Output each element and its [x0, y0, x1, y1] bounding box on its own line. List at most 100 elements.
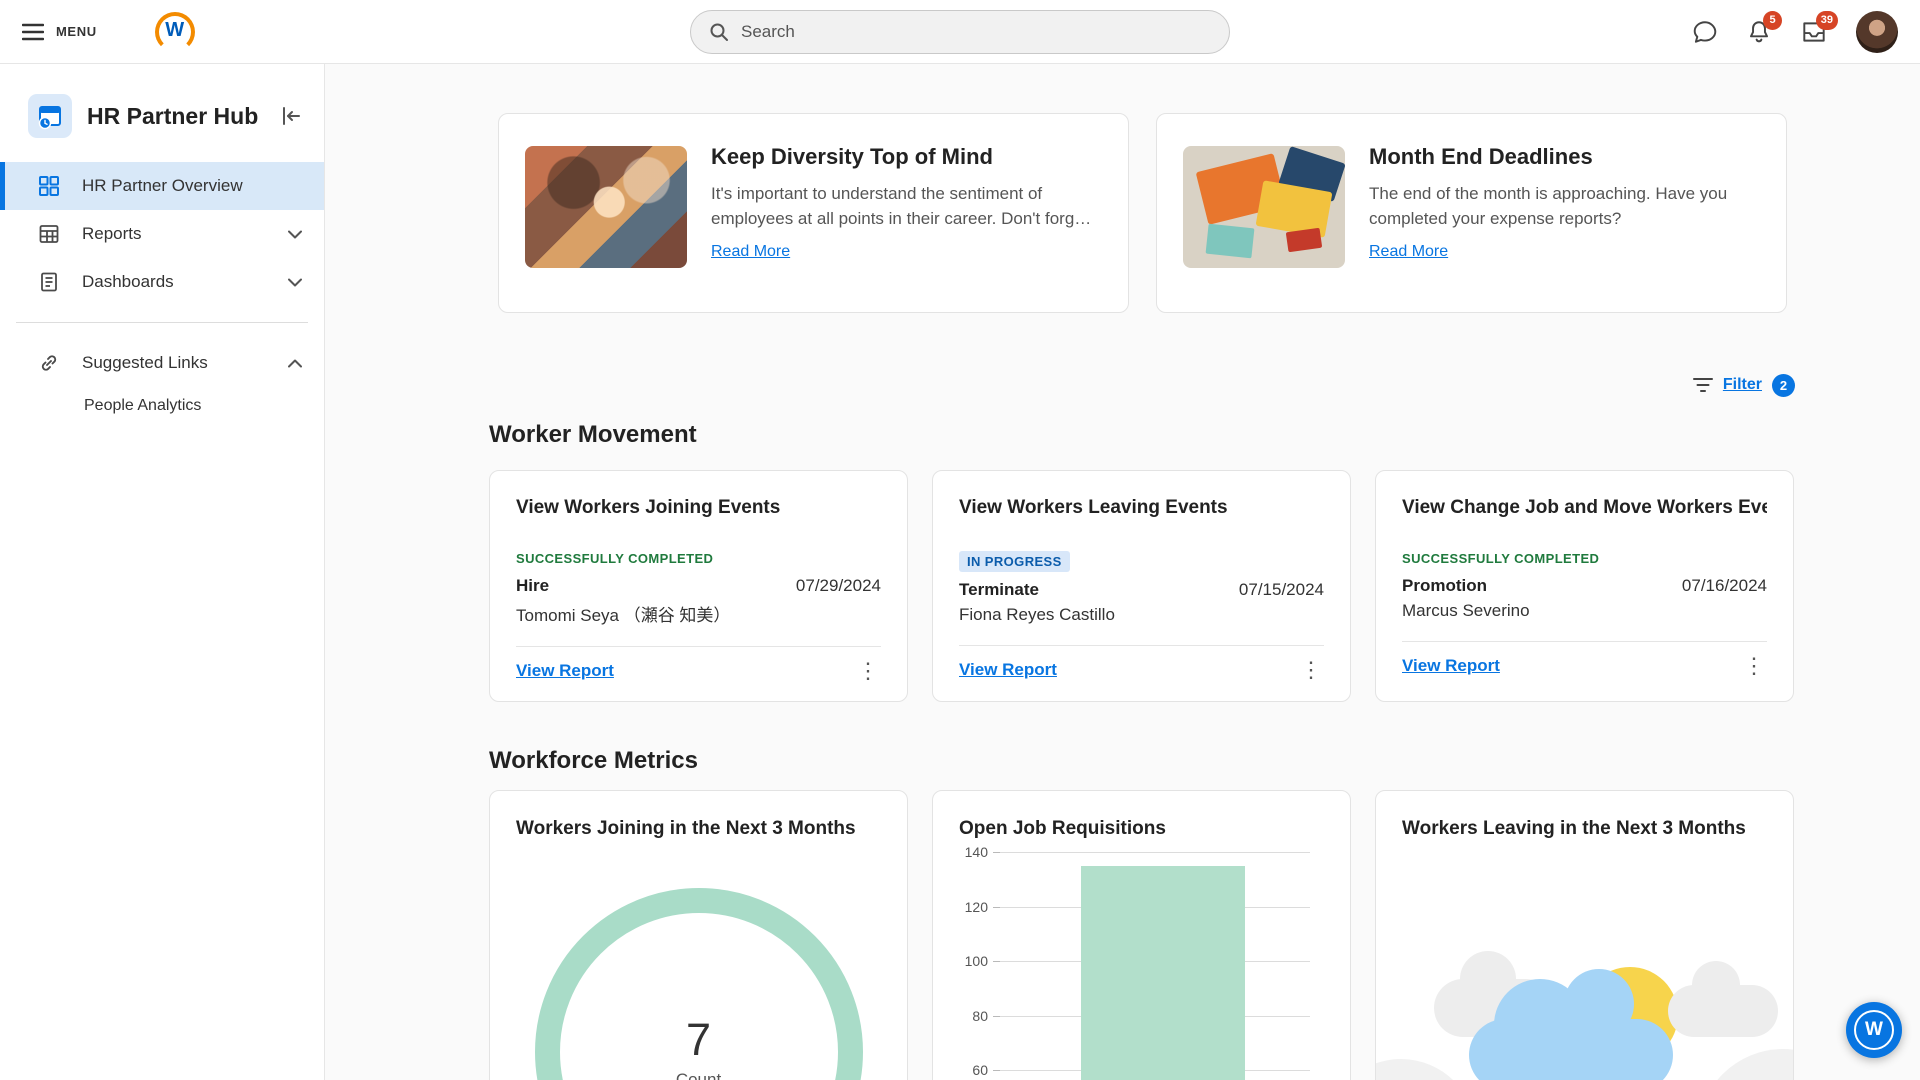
hr-partner-hub-app-icon: [28, 94, 72, 138]
kebab-menu-icon[interactable]: [855, 661, 881, 681]
grid-icon: [38, 175, 60, 197]
workday-assistant-logo: W: [1854, 1010, 1894, 1050]
event-person: Tomomi Seya （瀬谷 知美）: [516, 601, 881, 626]
status-badge: IN PROGRESS: [959, 551, 1070, 572]
bar: [1081, 866, 1245, 1080]
sidebar-item-label: Reports: [82, 224, 142, 244]
sidebar: HR Partner Hub HR Partner Overview Repor…: [0, 64, 325, 1080]
card-footer: View Report: [1402, 656, 1767, 676]
global-search: [690, 10, 1230, 54]
document-icon: [38, 271, 60, 293]
chevron-down-icon: [288, 278, 302, 287]
worker-movement-cards: View Workers Joining Events SUCCESSFULLY…: [489, 470, 1920, 702]
donut-ring: 7 Count: [535, 888, 863, 1080]
inbox-button[interactable]: 39: [1800, 19, 1828, 45]
sidebar-item-label: Suggested Links: [82, 353, 208, 373]
donut-chart: 7 Count: [516, 841, 881, 1080]
chat-button[interactable]: [1692, 19, 1718, 45]
card-title: View Change Job and Move Workers Events: [1402, 497, 1767, 519]
workforce-metrics-cards: Workers Joining in the Next 3 Months 7 C…: [489, 790, 1920, 1080]
chevron-down-icon: [288, 230, 302, 239]
sidebar-subitem-label: People Analytics: [84, 397, 201, 414]
announcement-card: Keep Diversity Top of Mind It's importan…: [498, 113, 1129, 313]
card-title: View Workers Joining Events: [516, 497, 881, 519]
main-content: Keep Diversity Top of Mind It's importan…: [325, 64, 1920, 1080]
view-report-link[interactable]: View Report: [1402, 656, 1500, 676]
sidebar-nav: HR Partner Overview Reports Dashboards S…: [0, 162, 324, 425]
y-axis-tick-label: 140: [965, 844, 988, 860]
sidebar-item-label: HR Partner Overview: [82, 176, 243, 196]
profile-avatar[interactable]: [1856, 11, 1898, 53]
view-report-link[interactable]: View Report: [959, 660, 1057, 680]
search-input[interactable]: [741, 22, 1211, 42]
announcement-image-deadlines: [1183, 146, 1345, 268]
sidebar-header: HR Partner Hub: [0, 64, 324, 162]
sidebar-item-suggested-links[interactable]: Suggested Links: [0, 339, 324, 387]
worker-movement-heading: Worker Movement: [489, 420, 1920, 450]
table-icon: [38, 223, 60, 245]
filter-link[interactable]: Filter: [1723, 376, 1762, 394]
card-workers-joining-next-3-months: Workers Joining in the Next 3 Months 7 C…: [489, 790, 908, 1080]
sidebar-item-people-analytics[interactable]: People Analytics: [0, 387, 324, 425]
announcement-image-diversity: [525, 146, 687, 268]
workday-assistant-button[interactable]: W: [1846, 1002, 1902, 1058]
search-icon: [709, 22, 729, 42]
card-open-job-requisitions: Open Job Requisitions 1401201008060: [932, 790, 1351, 1080]
event-type: Hire: [516, 576, 549, 596]
event-type: Promotion: [1402, 576, 1487, 596]
hamburger-icon: [22, 23, 44, 41]
chat-icon: [1692, 19, 1718, 45]
card-workers-joining-events: View Workers Joining Events SUCCESSFULLY…: [489, 470, 908, 702]
announcement-body: It's important to understand the sentime…: [711, 182, 1102, 231]
event-date: 07/29/2024: [796, 576, 881, 596]
card-title: Workers Joining in the Next 3 Months: [516, 817, 881, 841]
sidebar-item-label: Dashboards: [82, 272, 174, 292]
notifications-button[interactable]: 5: [1746, 19, 1772, 45]
app-title: HR Partner Hub: [87, 103, 280, 130]
event-type: Terminate: [959, 580, 1039, 600]
sidebar-item-hr-partner-overview[interactable]: HR Partner Overview: [0, 162, 324, 210]
bar-chart-gridline: 140: [1000, 852, 1310, 853]
global-menu-button[interactable]: MENU: [22, 23, 97, 41]
chevron-up-icon: [288, 359, 302, 368]
event-date: 07/15/2024: [1239, 580, 1324, 600]
inbox-badge: 39: [1816, 11, 1838, 30]
event-row: Terminate 07/15/2024: [959, 580, 1324, 600]
sidebar-item-dashboards[interactable]: Dashboards: [0, 258, 324, 306]
y-axis-tick-label: 80: [972, 1008, 988, 1024]
clouds-and-sun-illustration: [1376, 791, 1793, 1080]
y-axis-tick-label: 100: [965, 953, 988, 969]
kebab-menu-icon[interactable]: [1298, 660, 1324, 680]
announcement-text-column: Month End Deadlines The end of the month…: [1369, 140, 1760, 286]
link-icon: [38, 352, 60, 374]
kebab-menu-icon[interactable]: [1741, 656, 1767, 676]
read-more-link[interactable]: Read More: [1369, 243, 1448, 261]
card-divider: [1402, 641, 1767, 642]
read-more-link[interactable]: Read More: [711, 243, 790, 261]
top-bar: MENU W 5 39: [0, 0, 1920, 64]
filter-row: Filter 2: [489, 371, 1795, 399]
event-person: Fiona Reyes Castillo: [959, 605, 1324, 625]
sidebar-divider: [16, 322, 308, 323]
status-badge: SUCCESSFULLY COMPLETED: [1402, 551, 1599, 566]
announcement-title: Keep Diversity Top of Mind: [711, 144, 1102, 170]
card-change-job-move-workers-events: View Change Job and Move Workers Events …: [1375, 470, 1794, 702]
filter-icon: [1693, 377, 1713, 393]
workforce-metrics-heading: Workforce Metrics: [489, 746, 1920, 776]
announcement-card: Month End Deadlines The end of the month…: [1156, 113, 1787, 313]
collapse-icon: [280, 105, 302, 127]
collapse-sidebar-button[interactable]: [280, 105, 302, 127]
card-footer: View Report: [516, 661, 881, 681]
event-row: Hire 07/29/2024: [516, 576, 881, 596]
bar-chart-plot: 1401201008060: [1000, 852, 1310, 1080]
filter-count-badge: 2: [1772, 374, 1795, 397]
card-workers-leaving-next-3-months: Workers Leaving in the Next 3 Months: [1375, 790, 1794, 1080]
y-axis-tick-label: 120: [965, 899, 988, 915]
card-title: View Workers Leaving Events: [959, 497, 1324, 519]
announcement-body: The end of the month is approaching. Hav…: [1369, 182, 1760, 231]
notifications-badge: 5: [1763, 11, 1782, 30]
menu-label: MENU: [56, 24, 97, 39]
workday-logo[interactable]: W: [155, 12, 195, 52]
view-report-link[interactable]: View Report: [516, 661, 614, 681]
sidebar-item-reports[interactable]: Reports: [0, 210, 324, 258]
